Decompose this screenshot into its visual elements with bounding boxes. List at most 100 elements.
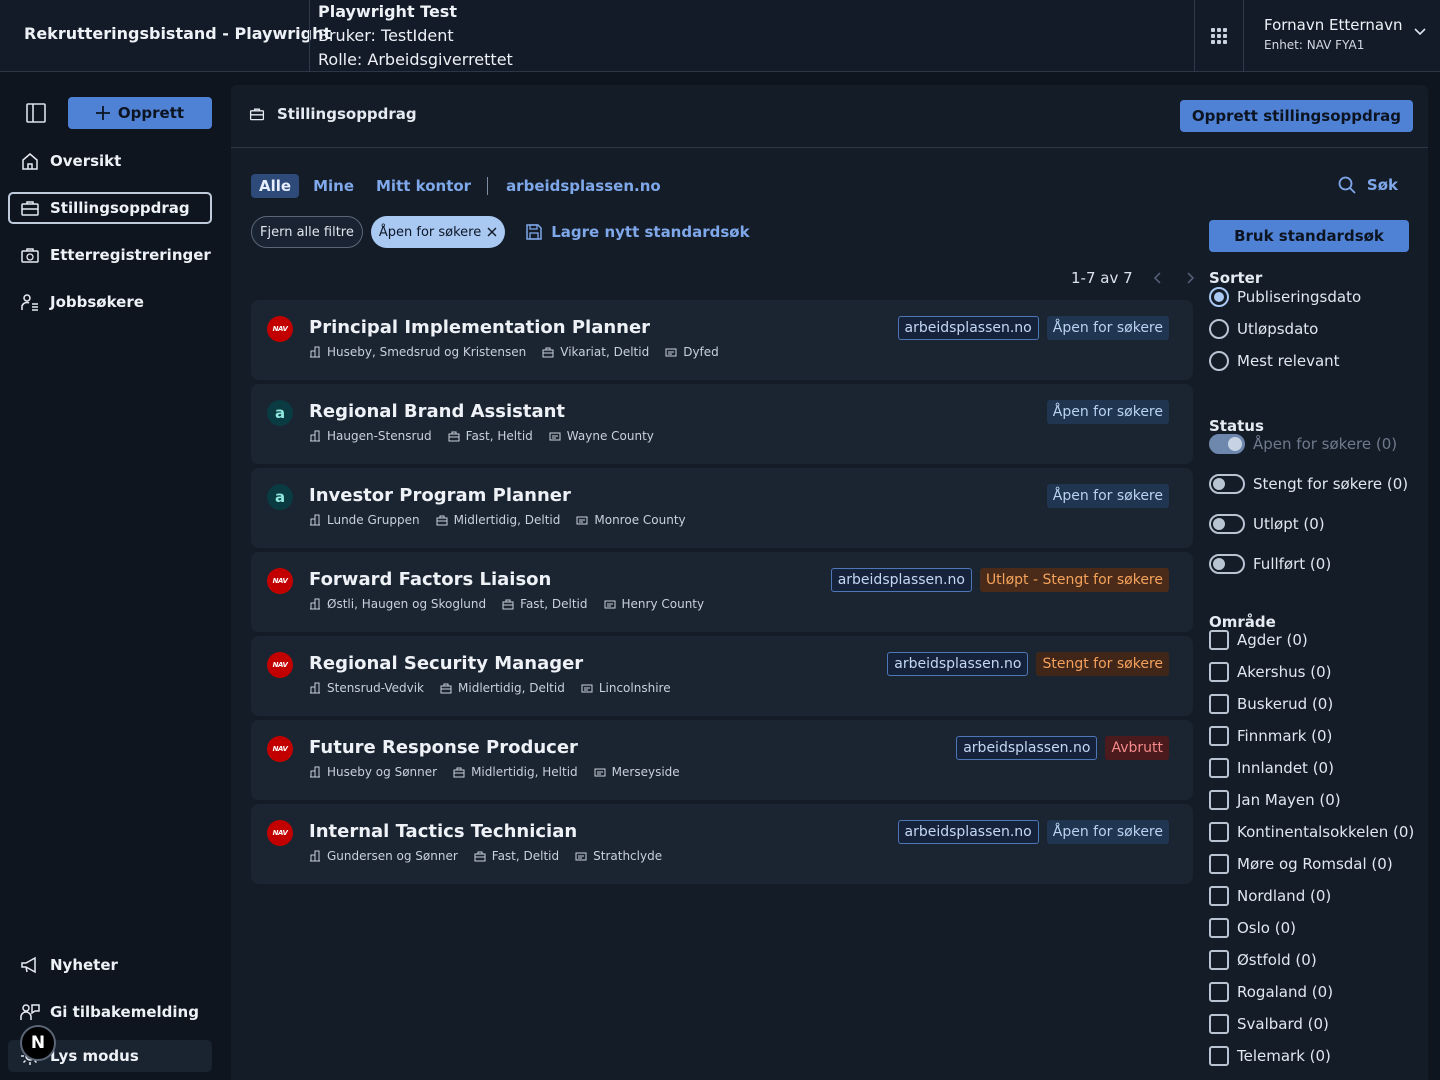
job-card[interactable]: NAV Forward Factors Liaison Østli, Haugen … [251, 552, 1193, 632]
checkbox[interactable] [1209, 1046, 1229, 1066]
tab-mitt-kontor[interactable]: Mitt kontor [368, 174, 479, 198]
apps-menu-button[interactable] [1196, 0, 1242, 72]
area-checkbox[interactable]: Agder (0) [1209, 630, 1308, 650]
job-card[interactable]: a Investor Program Planner Lunde Gruppen Mi… [251, 468, 1193, 548]
briefcase-icon [21, 201, 39, 216]
toggle-switch[interactable] [1209, 554, 1245, 574]
sidebar-item-oversikt[interactable]: Oversikt [8, 145, 212, 177]
area-checkbox[interactable]: Innlandet (0) [1209, 758, 1334, 778]
avatar[interactable]: N [20, 1025, 56, 1061]
sort-option[interactable]: Publiseringsdato [1209, 287, 1361, 307]
checkbox[interactable] [1209, 918, 1229, 938]
area-checkbox[interactable]: Finnmark (0) [1209, 726, 1332, 746]
top-header: Rekrutteringsbistand - Playwright Playwr… [0, 0, 1440, 72]
area-checkbox[interactable]: Oslo (0) [1209, 918, 1296, 938]
remove-all-filters-chip[interactable]: Fjern alle filtre [251, 216, 363, 248]
job-title[interactable]: Internal Tactics Technician [309, 821, 577, 842]
area-checkbox[interactable]: Møre og Romsdal (0) [1209, 854, 1393, 874]
status-toggle[interactable]: Fullført (0) [1209, 554, 1331, 574]
briefcase-icon [249, 108, 265, 121]
user-menu-button[interactable]: Fornavn Etternavn Enhet: NAV FYA1 [1244, 0, 1440, 72]
megaphone-icon [21, 956, 36, 974]
previous-page-button[interactable] [1147, 268, 1167, 288]
job-card[interactable]: NAV Internal Tactics Technician Gundersen … [251, 804, 1193, 884]
area-checkbox[interactable]: Svalbard (0) [1209, 1014, 1329, 1034]
job-card[interactable]: NAV Principal Implementation Planner Huseb… [251, 300, 1193, 380]
area-checkbox-label: Kontinentalsokkelen (0) [1237, 823, 1415, 841]
active-filter-chip[interactable]: Åpen for søkere [370, 216, 506, 248]
next-page-button[interactable] [1181, 268, 1201, 288]
radio-button[interactable] [1209, 351, 1229, 371]
job-type: Fast, Deltid [502, 597, 588, 611]
area-checkbox-label: Buskerud (0) [1237, 695, 1334, 713]
job-card[interactable]: a Regional Brand Assistant Haugen-Stensrud… [251, 384, 1193, 464]
job-title[interactable]: Principal Implementation Planner [309, 317, 650, 338]
job-location-label: Monroe County [594, 513, 686, 527]
checkbox[interactable] [1209, 662, 1229, 682]
sidebar-item-label: Gi tilbakemelding [50, 1003, 199, 1021]
status-toggle-label: Utløpt (0) [1253, 515, 1325, 533]
tab-arbeidsplassen[interactable]: arbeidsplassen.no [498, 174, 669, 198]
dev-role: Rolle: Arbeidsgiverrettet [318, 50, 513, 69]
area-checkbox[interactable]: Akershus (0) [1209, 662, 1331, 682]
job-title[interactable]: Future Response Producer [309, 737, 578, 758]
create-button[interactable]: Opprett [68, 97, 212, 129]
job-title[interactable]: Regional Brand Assistant [309, 401, 565, 422]
search-button[interactable]: Søk [1337, 175, 1398, 195]
checkbox[interactable] [1209, 694, 1229, 714]
sidebar-item-etterregistreringer[interactable]: Etterregistreringer [8, 239, 212, 271]
status-toggle: Åpen for søkere (0) [1209, 434, 1397, 454]
area-checkbox[interactable]: Telemark (0) [1209, 1046, 1331, 1066]
checkbox[interactable] [1209, 630, 1229, 650]
job-card[interactable]: NAV Future Response Producer Huseby og Søn… [251, 720, 1193, 800]
checkbox[interactable] [1209, 822, 1229, 842]
sidebar-item-nyheter[interactable]: Nyheter [8, 949, 212, 981]
building-icon [310, 346, 320, 358]
use-default-search-button[interactable]: Bruk standardsøk [1209, 220, 1409, 252]
toggle-switch[interactable] [1209, 474, 1245, 494]
tab-mine[interactable]: Mine [305, 174, 362, 198]
sort-option[interactable]: Mest relevant [1209, 351, 1340, 371]
checkbox[interactable] [1209, 726, 1229, 746]
sidebar-item-jobbsokere[interactable]: Jobbsøkere [8, 286, 212, 318]
tab-alle[interactable]: Alle [251, 174, 300, 198]
job-employer: Huseby, Smedsrud og Kristensen [309, 345, 526, 359]
create-assignment-button[interactable]: Opprett stillingsoppdrag [1179, 100, 1413, 132]
checkbox[interactable] [1209, 886, 1229, 906]
radio-button[interactable] [1209, 287, 1229, 307]
sidebar-item-feedback[interactable]: Gi tilbakemelding [8, 996, 212, 1028]
job-title[interactable]: Investor Program Planner [309, 485, 571, 506]
status-badge: Åpen for søkere [1046, 484, 1169, 508]
sort-option-label: Mest relevant [1237, 352, 1340, 370]
status-toggle[interactable]: Stengt for søkere (0) [1209, 474, 1408, 494]
area-checkbox[interactable]: Østfold (0) [1209, 950, 1317, 970]
sort-option[interactable]: Utløpsdato [1209, 319, 1318, 339]
save-default-search-button[interactable]: Lagre nytt standardsøk [525, 223, 750, 241]
checkbox[interactable] [1209, 790, 1229, 810]
app-title[interactable]: Rekrutteringsbistand - Playwright [24, 24, 331, 43]
radio-button[interactable] [1209, 319, 1229, 339]
checkbox[interactable] [1209, 950, 1229, 970]
nav-logo-icon: NAV [267, 820, 293, 846]
sort-heading: Sorter [1209, 269, 1263, 287]
toggle-switch[interactable] [1209, 514, 1245, 534]
area-checkbox[interactable]: Nordland (0) [1209, 886, 1331, 906]
area-checkbox-label: Agder (0) [1237, 631, 1308, 649]
checkbox[interactable] [1209, 854, 1229, 874]
checkbox[interactable] [1209, 1014, 1229, 1034]
area-checkbox[interactable]: Jan Mayen (0) [1209, 790, 1341, 810]
sidebar-toggle-button[interactable] [22, 101, 50, 129]
job-title[interactable]: Regional Security Manager [309, 653, 583, 674]
checkbox[interactable] [1209, 982, 1229, 1002]
search-label: Søk [1366, 176, 1398, 194]
job-card[interactable]: NAV Regional Security Manager Stensrud-Ved… [251, 636, 1193, 716]
sidebar-item-stillingsoppdrag[interactable]: Stillingsoppdrag [8, 192, 212, 224]
nav-logo-icon: NAV [267, 736, 293, 762]
area-checkbox[interactable]: Buskerud (0) [1209, 694, 1333, 714]
source-tag: arbeidsplassen.no [897, 820, 1039, 844]
checkbox[interactable] [1209, 758, 1229, 778]
status-toggle[interactable]: Utløpt (0) [1209, 514, 1325, 534]
area-checkbox[interactable]: Rogaland (0) [1209, 982, 1333, 1002]
area-checkbox[interactable]: Kontinentalsokkelen (0) [1209, 822, 1414, 842]
job-title[interactable]: Forward Factors Liaison [309, 569, 551, 590]
